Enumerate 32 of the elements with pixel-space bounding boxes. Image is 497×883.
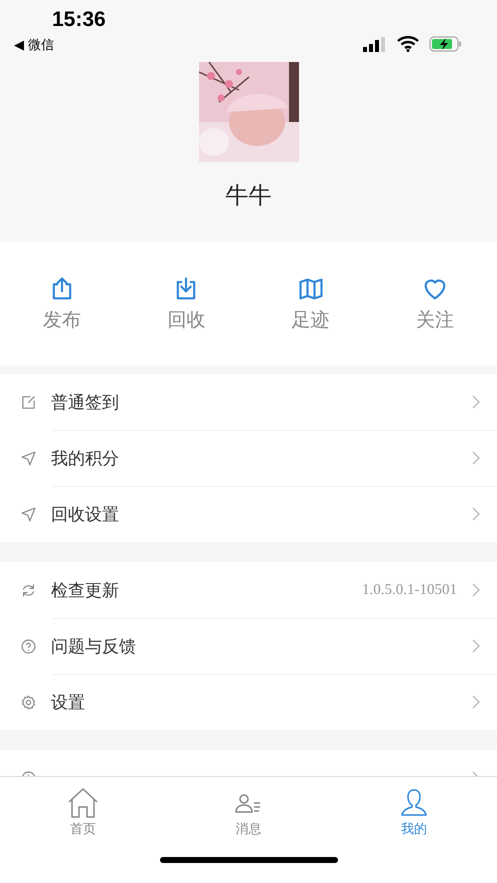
shortcut-button[interactable]: 发布 [27,274,98,332]
menu-row[interactable]: 回收设置 [0,486,497,542]
shortcut-button[interactable]: 回收 [151,274,222,332]
tab-item[interactable]: 我的 [374,777,454,849]
refresh-icon [20,582,37,598]
menu-row[interactable]: 设置 [0,674,497,730]
menu-label: 普通签到 [51,392,120,414]
signal-icon [363,36,387,52]
tab-item[interactable]: 消息 [208,777,288,849]
menu-row[interactable]: 问题与反馈 [0,618,497,674]
home-icon [66,788,99,818]
settings-icon [20,694,37,710]
shortcut-button[interactable]: 足迹 [276,274,346,332]
menu-row[interactable]: 我的积分 [0,430,497,486]
menu-label: 回收设置 [51,504,120,526]
menu-label: 检查更新 [51,580,120,602]
menu-label: 我的积分 [51,448,120,470]
help-icon [20,638,37,654]
wifi-icon [397,36,419,52]
tab-item[interactable]: 首页 [42,777,123,849]
send-icon [20,506,37,522]
user-name: 牛牛 [226,182,272,211]
menu-label: 问题与反馈 [51,636,137,658]
menu-row[interactable]: 普通签到 [0,374,497,430]
edit-icon [20,394,37,410]
menu-label: 设置 [51,692,86,714]
menu-row[interactable]: 检查更新 1.0.5.0.1-10501 [0,562,497,618]
status-time: 15:36 [52,8,106,32]
shortcut-button[interactable]: 关注 [400,274,470,332]
back-link[interactable]: ◀ 微信 [14,36,54,54]
version-text: 1.0.5.0.1-10501 [362,582,457,598]
send-icon [20,450,37,466]
